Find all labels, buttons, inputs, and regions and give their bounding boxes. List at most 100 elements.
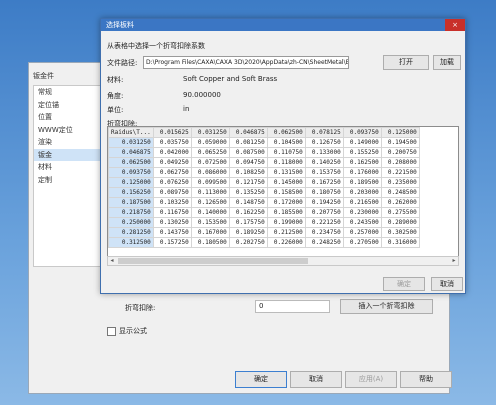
bend-deduction-table[interactable]: Raidus\T... 0.015625 0.031250 0.046875 0.062… <box>107 126 459 258</box>
table-cell[interactable]: 0.099500 <box>190 177 230 188</box>
table-cell[interactable]: 0.270500 <box>342 237 382 248</box>
row-header[interactable]: 0.156250 <box>108 187 154 198</box>
table-cell[interactable]: 0.062750 <box>152 167 192 178</box>
horizontal-scrollbar[interactable]: ◂ ▸ <box>107 256 459 266</box>
sidebar-item[interactable]: 钣金 <box>34 148 100 161</box>
table-cell[interactable]: 0.118000 <box>266 157 306 168</box>
row-header[interactable]: 0.281250 <box>108 227 154 238</box>
table-cell[interactable]: 0.180500 <box>190 237 230 248</box>
table-cell[interactable]: 0.230000 <box>342 207 382 218</box>
table-cell[interactable]: 0.135250 <box>228 187 268 198</box>
table-cell[interactable]: 0.200750 <box>380 147 420 158</box>
show-formula-checkbox[interactable]: 显示公式 <box>107 326 147 336</box>
table-cell[interactable]: 0.155250 <box>342 147 382 158</box>
table-row[interactable]: 0.062500 0.049250 0.072500 0.094750 0.118000… <box>108 157 420 168</box>
table-cell[interactable]: 0.167000 <box>190 227 230 238</box>
table-row[interactable]: 0.312500 0.157250 0.180500 0.202750 0.226000… <box>108 237 420 248</box>
file-path-input[interactable]: D:\Program Files\CAXA\CAXA 3D\2020\AppDa… <box>143 56 349 69</box>
table-cell[interactable]: 0.087500 <box>228 147 268 158</box>
table-row[interactable]: 0.093750 0.062750 0.086000 0.108250 0.131500… <box>108 167 420 178</box>
sidebar-item[interactable]: 渲染 <box>34 136 100 149</box>
table-cell[interactable]: 0.162250 <box>228 207 268 218</box>
table-row[interactable]: 0.250000 0.130250 0.153500 0.175750 0.199000… <box>108 217 420 228</box>
table-cell[interactable]: 0.076250 <box>152 177 192 188</box>
table-cell[interactable]: 0.203000 <box>342 187 382 198</box>
table-cell[interactable]: 0.262000 <box>380 197 420 208</box>
table-cell[interactable]: 0.072500 <box>190 157 230 168</box>
table-cell[interactable]: 0.104500 <box>266 137 306 148</box>
table-cell[interactable]: 0.035750 <box>152 137 192 148</box>
table-cell[interactable]: 0.116750 <box>152 207 192 218</box>
table-cell[interactable]: 0.103250 <box>152 197 192 208</box>
table-cell[interactable]: 0.189250 <box>228 227 268 238</box>
table-cell[interactable]: 0.108250 <box>228 167 268 178</box>
scroll-left-icon[interactable]: ◂ <box>108 257 116 265</box>
data-grid[interactable]: Raidus\T... 0.015625 0.031250 0.046875 0.062… <box>108 127 420 248</box>
sidebar-item[interactable]: WWW定位 <box>34 124 100 137</box>
table-cell[interactable]: 0.162500 <box>342 157 382 168</box>
bend-deduction-input[interactable]: 0 <box>255 300 330 313</box>
column-header[interactable]: 0.031250 <box>190 127 230 138</box>
apply-button[interactable]: 应用(A) <box>345 371 397 388</box>
table-cell[interactable]: 0.167250 <box>304 177 344 188</box>
table-cell[interactable]: 0.234750 <box>304 227 344 238</box>
help-button[interactable]: 帮助 <box>400 371 452 388</box>
checkbox-box[interactable] <box>107 326 116 336</box>
row-header[interactable]: 0.125000 <box>108 177 154 188</box>
table-cell[interactable]: 0.212500 <box>266 227 306 238</box>
ok-button[interactable]: 确定 <box>235 371 287 388</box>
row-header[interactable]: 0.250000 <box>108 217 154 228</box>
table-cell[interactable]: 0.121750 <box>228 177 268 188</box>
table-cell[interactable]: 0.042000 <box>152 147 192 158</box>
scrollbar-thumb[interactable] <box>118 258 308 264</box>
table-row[interactable]: 0.031250 0.035750 0.059000 0.081250 0.104500… <box>108 137 420 148</box>
column-header[interactable]: 0.015625 <box>152 127 192 138</box>
table-cell[interactable]: 0.143750 <box>152 227 192 238</box>
table-cell[interactable]: 0.153500 <box>190 217 230 228</box>
table-row[interactable]: 0.156250 0.089750 0.113000 0.135250 0.158500… <box>108 187 420 198</box>
table-cell[interactable]: 0.172000 <box>266 197 306 208</box>
table-cell[interactable]: 0.289000 <box>380 217 420 228</box>
insert-bend-deduction-button[interactable]: 插入一个折弯扣除 <box>340 299 433 314</box>
table-cell[interactable]: 0.189500 <box>342 177 382 188</box>
table-cell[interactable]: 0.176000 <box>342 167 382 178</box>
load-button[interactable]: 加载 <box>433 55 461 70</box>
table-cell[interactable]: 0.126500 <box>190 197 230 208</box>
table-cell[interactable]: 0.149000 <box>342 137 382 148</box>
table-cell[interactable]: 0.221500 <box>380 167 420 178</box>
table-cell[interactable]: 0.094750 <box>228 157 268 168</box>
table-cell[interactable]: 0.148750 <box>228 197 268 208</box>
sidebar-item[interactable]: 常规 <box>34 86 100 99</box>
scroll-right-icon[interactable]: ▸ <box>450 257 458 265</box>
table-cell[interactable]: 0.248500 <box>380 187 420 198</box>
table-cell[interactable]: 0.081250 <box>228 137 268 148</box>
row-header[interactable]: 0.062500 <box>108 157 154 168</box>
sidebar-item[interactable]: 定制 <box>34 174 100 187</box>
table-cell[interactable]: 0.180750 <box>304 187 344 198</box>
table-cell[interactable]: 0.302500 <box>380 227 420 238</box>
column-header[interactable]: 0.078125 <box>304 127 344 138</box>
row-header[interactable]: 0.218750 <box>108 207 154 218</box>
row-header[interactable]: 0.312500 <box>108 237 154 248</box>
table-cell[interactable]: 0.194500 <box>380 137 420 148</box>
table-cell[interactable]: 0.257000 <box>342 227 382 238</box>
row-header[interactable]: 0.046875 <box>108 147 154 158</box>
row-header[interactable]: 0.093750 <box>108 167 154 178</box>
sidebar-item[interactable]: 定位锚 <box>34 99 100 112</box>
column-header[interactable]: 0.046875 <box>228 127 268 138</box>
table-row[interactable]: 0.187500 0.103250 0.126500 0.148750 0.172000… <box>108 197 420 208</box>
table-cell[interactable]: 0.221250 <box>304 217 344 228</box>
table-cell[interactable]: 0.248250 <box>304 237 344 248</box>
cancel-button[interactable]: 取消 <box>290 371 342 388</box>
table-cell[interactable]: 0.126750 <box>304 137 344 148</box>
table-cell[interactable]: 0.153750 <box>304 167 344 178</box>
column-header[interactable]: 0.125000 <box>380 127 420 138</box>
table-cell[interactable]: 0.140250 <box>304 157 344 168</box>
row-header[interactable]: 0.031250 <box>108 137 154 148</box>
table-row[interactable]: 0.218750 0.116750 0.140000 0.162250 0.185500… <box>108 207 420 218</box>
sidebar-item[interactable]: 材料 <box>34 161 100 174</box>
table-cell[interactable]: 0.059000 <box>190 137 230 148</box>
sidebar-item[interactable]: 位置 <box>34 111 100 124</box>
table-cell[interactable]: 0.086000 <box>190 167 230 178</box>
dialog-cancel-button[interactable]: 取消 <box>431 277 463 291</box>
